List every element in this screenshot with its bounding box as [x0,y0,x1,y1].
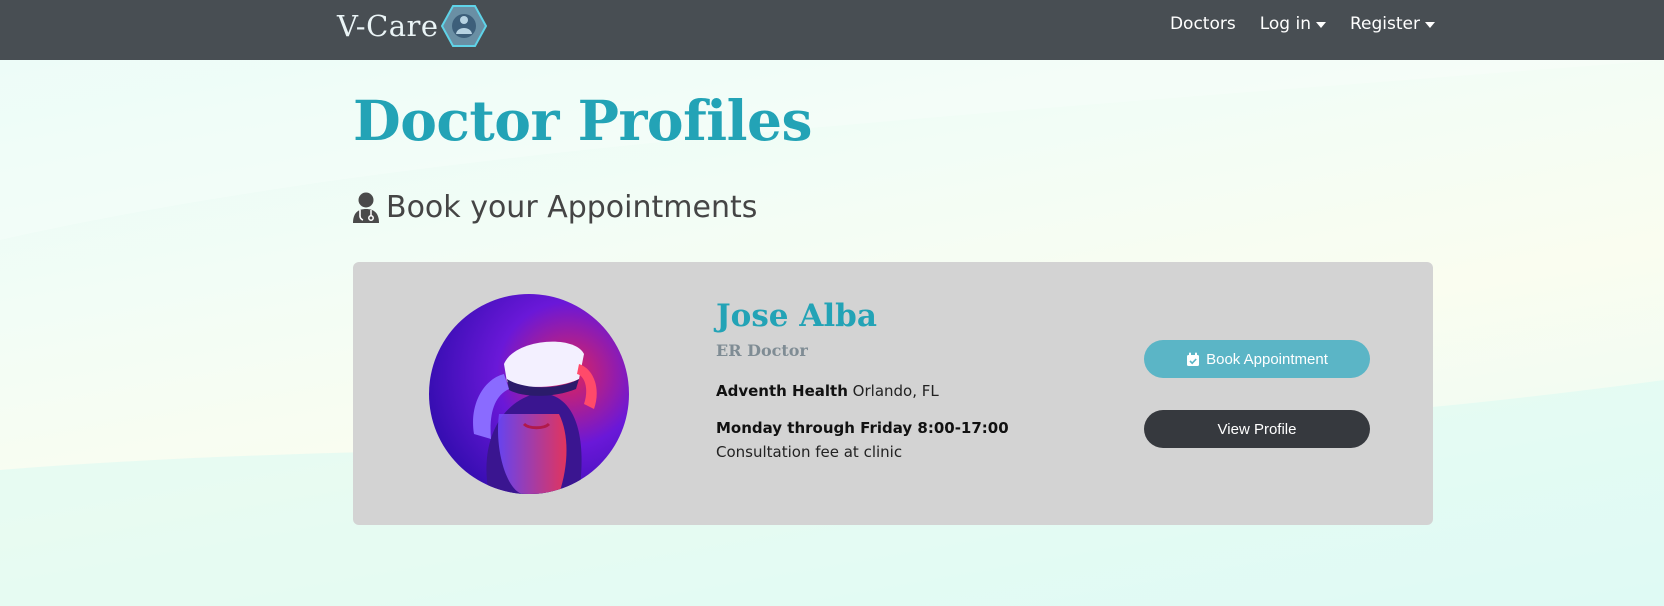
doctor-hospital: Adventh Health [716,382,848,401]
doctor-avatar [429,294,629,494]
doctor-schedule: Monday through Friday 8:00-17:00 [716,419,1009,438]
doctor-location: Orlando, FL [852,382,939,401]
doctor-info: Jose Alba ER Doctor Adventh Health Orlan… [716,298,1096,464]
avatar-image [429,294,629,494]
doctor-icon [353,192,379,223]
doctor-card: Jose Alba ER Doctor Adventh Health Orlan… [353,262,1433,525]
view-profile-button[interactable]: View Profile [1144,410,1370,448]
doctor-fee-note: Consultation fee at clinic [716,442,903,461]
brand-logo-link[interactable]: V-Care [337,4,487,48]
nav-links: Doctors Log in Register [1170,14,1435,34]
nav-register-dropdown[interactable]: Register [1350,14,1435,34]
nav-doctors-link[interactable]: Doctors [1170,14,1236,34]
book-appointment-button[interactable]: Book Appointment [1144,340,1370,378]
page-subtitle: Book your Appointments [352,190,757,225]
nav-login-label: Log in [1259,14,1311,34]
book-appointment-label: Book Appointment [1206,350,1328,368]
top-navbar: V-Care Doctors Log in Register [0,0,1664,60]
caret-down-icon [1316,22,1326,28]
nav-login-dropdown[interactable]: Log in [1260,14,1326,34]
doctor-name[interactable]: Jose Alba [716,298,1096,335]
brand-name: V-Care [337,9,439,43]
doctor-role: ER Doctor [716,341,808,361]
doctor-location-line: Adventh Health Orlando, FL [716,380,1096,403]
calendar-check-icon [1187,352,1200,366]
medical-hexagon-logo-icon [440,5,487,47]
page-title: Doctor Profiles [353,88,813,153]
view-profile-label: View Profile [1217,420,1297,438]
nav-register-label: Register [1350,14,1420,34]
caret-down-icon [1425,22,1435,28]
doctor-schedule-line: Monday through Friday 8:00-17:00 Consult… [716,417,1096,464]
subtitle-text: Book your Appointments [386,190,758,225]
